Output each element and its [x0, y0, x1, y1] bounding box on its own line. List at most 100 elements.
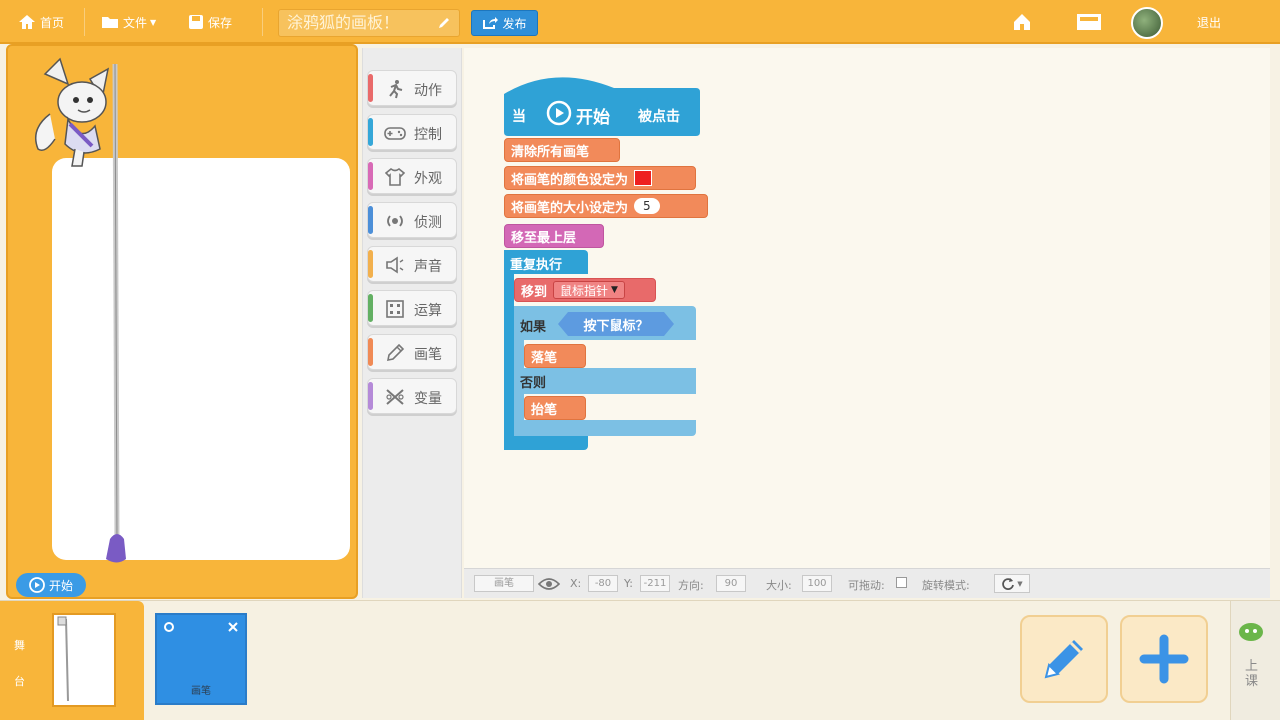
pen-up-block[interactable]: 抬笔 [524, 396, 586, 420]
brush-sprite-icon[interactable] [20, 54, 130, 564]
sprite-card[interactable]: 画笔 [155, 613, 247, 705]
x-field[interactable]: -80 [588, 575, 618, 592]
sprite-name: 画笔 [191, 686, 211, 697]
project-title-field[interactable]: 涂鸦狐的画板！ [278, 9, 460, 37]
divider [262, 8, 263, 36]
sprite-tray: 舞 台 画笔 上课 [0, 600, 1280, 720]
calculator-icon [384, 299, 406, 319]
close-icon[interactable] [227, 621, 239, 633]
rotation-mode-dropdown[interactable]: ▼ [994, 574, 1030, 593]
category-label: 声音 [414, 259, 442, 275]
target-value: 鼠标指针 [560, 283, 609, 298]
set-pen-size-block[interactable]: 将画笔的大小设定为 5 [504, 194, 708, 218]
category-color-bar [368, 118, 373, 146]
settings-dot-icon[interactable] [163, 621, 175, 633]
category-label: 侦测 [414, 215, 442, 231]
size-input[interactable]: 5 [634, 198, 660, 214]
home-icon [19, 15, 35, 29]
category-variables[interactable]: 变量 [367, 378, 457, 414]
category-motion[interactable]: 动作 [367, 70, 457, 106]
set-pen-color-block[interactable]: 将画笔的颜色设定为 [504, 166, 696, 190]
chat-bubble-icon [1239, 623, 1263, 641]
category-color-bar [368, 338, 373, 366]
shirt-icon [384, 167, 406, 187]
go-to-front-block[interactable]: 移至最上层 [504, 224, 604, 248]
category-pen[interactable]: 画笔 [367, 334, 457, 370]
forever-label: 重复执行 [510, 258, 563, 273]
stage-tab[interactable]: 舞 台 [0, 601, 40, 720]
category-label: 画笔 [414, 347, 442, 363]
lesson-tab-label: 上课 [1245, 659, 1259, 689]
x-label: X: [570, 577, 582, 590]
category-color-bar [368, 74, 373, 102]
category-looks[interactable]: 外观 [367, 158, 457, 194]
size-label: 大小: [766, 579, 792, 592]
gallery-button[interactable] [1076, 10, 1106, 34]
pen-down-block[interactable]: 落笔 [524, 344, 586, 368]
category-sound[interactable]: 声音 [367, 246, 457, 282]
mouse-down-sensor[interactable]: 按下鼠标？ [558, 312, 674, 336]
play-circle-icon [546, 100, 572, 126]
avatar[interactable] [1131, 7, 1163, 39]
publish-label: 发布 [502, 16, 527, 31]
home-button[interactable]: 首页 [18, 10, 64, 34]
color-swatch[interactable] [634, 170, 653, 186]
y-field[interactable]: -211 [640, 575, 670, 592]
share-icon [483, 17, 499, 29]
size-field[interactable]: 100 [802, 575, 832, 592]
move-to-block[interactable]: 移到 鼠标指针 ▼ [514, 278, 656, 302]
category-operators[interactable]: 运算 [367, 290, 457, 326]
eye-icon[interactable] [538, 577, 560, 591]
else-label: 否则 [520, 376, 547, 391]
draggable-checkbox[interactable] [896, 577, 907, 588]
runner-icon [384, 79, 406, 99]
y-label: Y: [624, 577, 633, 590]
category-label: 动作 [414, 83, 442, 99]
exit-button[interactable]: 退出 [1197, 10, 1221, 34]
pencil-icon [384, 343, 406, 363]
file-menu[interactable]: 文件 ▼ [101, 10, 156, 34]
category-sensing[interactable]: 侦测 [367, 202, 457, 238]
if-label: 如果 [520, 320, 547, 335]
floppy-icon [189, 15, 203, 29]
sprite-name-field[interactable]: 画笔 [474, 575, 534, 592]
house-button[interactable] [1012, 10, 1036, 34]
divider [84, 8, 85, 36]
category-label: 变量 [414, 391, 442, 407]
sensor-icon [384, 211, 406, 231]
stage-start-button[interactable]: 开始 [16, 573, 86, 597]
block-category-panel: 动作 控制 外观 侦测 声音 运算 画笔 变量 [362, 48, 462, 598]
save-label: 保存 [208, 15, 233, 30]
category-color-bar [368, 294, 373, 322]
pen-up-label: 抬笔 [531, 402, 558, 418]
start-label: 开始 [48, 578, 73, 593]
clear-pen-block[interactable]: 清除所有画笔 [504, 138, 620, 162]
project-title: 涂鸦狐的画板！ [287, 13, 400, 32]
category-control[interactable]: 控制 [367, 114, 457, 150]
add-sprite-button[interactable] [1120, 615, 1208, 703]
stage-thumbnail[interactable] [52, 613, 116, 707]
category-color-bar [368, 162, 373, 190]
direction-field[interactable]: 90 [716, 575, 746, 592]
stage-thumbnail-tab[interactable] [40, 601, 144, 720]
house-icon [1014, 14, 1030, 30]
picture-frame-icon [1077, 14, 1101, 30]
stage-tab-char: 舞 [14, 639, 25, 652]
hat-when-label: 当 [512, 109, 526, 125]
paint-sprite-button[interactable] [1020, 615, 1108, 703]
target-dropdown[interactable]: 鼠标指针 ▼ [553, 281, 625, 299]
save-button[interactable]: 保存 [188, 10, 232, 34]
publish-button[interactable]: 发布 [471, 10, 538, 36]
when-start-clicked-block[interactable]: 当 开始 被点击 [504, 72, 700, 136]
speaker-icon [384, 255, 406, 275]
lesson-tab[interactable]: 上课 [1230, 601, 1280, 720]
edit-pencil-icon[interactable] [437, 16, 451, 30]
clear-label: 清除所有画笔 [511, 144, 590, 160]
plus-icon [1139, 634, 1189, 684]
pen-down-label: 落笔 [531, 350, 558, 366]
pencil-icon [1044, 640, 1083, 679]
set-size-label: 将画笔的大小设定为 [511, 200, 629, 216]
script-area[interactable]: 当 开始 被点击 清除所有画笔 将画笔的颜色设定为 将画笔的大小设定为 5 移至… [464, 48, 1270, 568]
category-label: 外观 [414, 171, 442, 187]
stage-panel: 开始 [6, 44, 358, 599]
